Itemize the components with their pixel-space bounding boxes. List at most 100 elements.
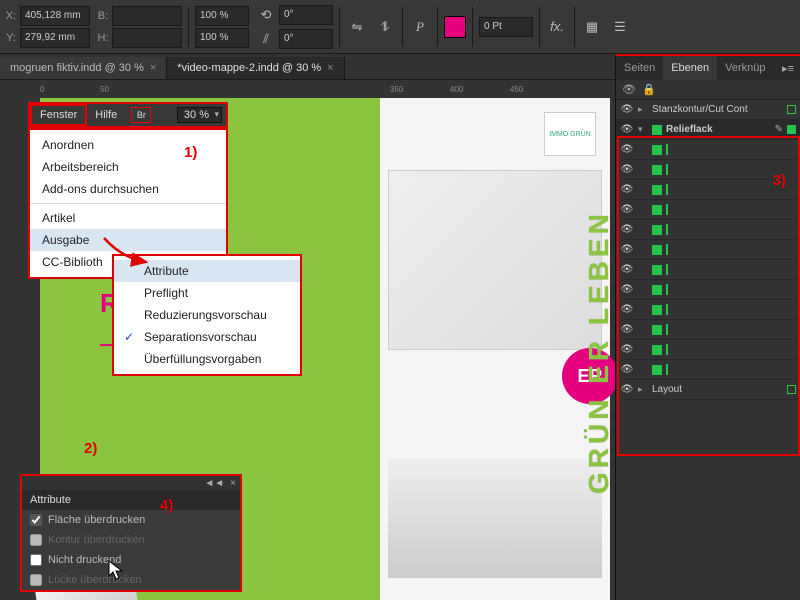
select-indicator[interactable]	[666, 224, 668, 235]
w-field[interactable]	[112, 6, 182, 26]
select-indicator[interactable]	[787, 385, 796, 394]
label-kontur: Kontur überdrucken	[48, 534, 145, 546]
attribute-panel-title: Attribute	[22, 490, 240, 510]
eye-icon[interactable]: 👁	[620, 264, 634, 275]
select-indicator[interactable]	[666, 264, 668, 275]
layer-path-item[interactable]: 👁	[616, 260, 800, 280]
artwork-sidetext: GRÜN ER LEBEN	[584, 102, 614, 600]
submenu-ueberfuellung[interactable]: Überfüllungsvorgaben	[114, 348, 300, 370]
eye-icon[interactable]: 👁	[620, 204, 634, 215]
eye-icon[interactable]: 👁	[620, 284, 634, 295]
layer-path-item[interactable]: 👁	[616, 300, 800, 320]
eye-icon[interactable]: 👁	[620, 144, 634, 155]
layer-path-item[interactable]: 👁	[616, 200, 800, 220]
eye-icon[interactable]: 👁	[620, 384, 634, 395]
bridge-icon[interactable]: Br	[131, 107, 151, 123]
tab-doc-1[interactable]: mogruen fiktiv.indd @ 30 %×	[0, 57, 167, 79]
eye-icon[interactable]: 👁	[620, 324, 634, 335]
menu-hilfe[interactable]: Hilfe	[87, 104, 125, 126]
eye-icon[interactable]: 👁	[620, 224, 634, 235]
flip-v-icon[interactable]: ⥮	[374, 16, 396, 38]
checkbox-flaeche-ueberdrucken[interactable]	[30, 514, 42, 526]
layer-path-item[interactable]: 👁	[616, 340, 800, 360]
layer-path-item[interactable]: 👁	[616, 220, 800, 240]
panel-menu-icon[interactable]: ▸≡	[776, 62, 800, 75]
layer-color-swatch	[652, 305, 662, 315]
eye-icon[interactable]: 👁	[620, 184, 634, 195]
submenu-preflight[interactable]: Preflight	[114, 282, 300, 304]
select-indicator[interactable]	[666, 204, 668, 215]
close-icon[interactable]: ×	[230, 478, 236, 489]
rotate-field[interactable]	[279, 5, 333, 25]
select-indicator[interactable]	[666, 324, 668, 335]
select-indicator[interactable]	[787, 105, 796, 114]
fx-icon[interactable]: fx.	[546, 16, 568, 38]
tab-ebenen[interactable]: Ebenen	[663, 56, 717, 80]
select-indicator[interactable]	[666, 244, 668, 255]
h-field[interactable]	[112, 28, 182, 48]
x-label: X:	[4, 10, 18, 22]
eye-header-icon: 👁	[622, 83, 636, 96]
x-field[interactable]	[20, 6, 90, 26]
close-icon[interactable]: ×	[327, 62, 333, 74]
collapse-icon[interactable]: ◄◄	[204, 478, 224, 489]
eye-icon[interactable]: 👁	[620, 164, 634, 175]
close-icon[interactable]: ×	[150, 62, 156, 74]
chevron-right-icon[interactable]: ▸	[638, 384, 648, 395]
layer-path-item[interactable]: 👁	[616, 320, 800, 340]
fill-swatch[interactable]	[444, 16, 466, 38]
select-indicator[interactable]	[666, 144, 668, 155]
chevron-right-icon[interactable]: ▸	[638, 104, 648, 115]
tab-seiten[interactable]: Seiten	[616, 56, 663, 80]
align-icon[interactable]: ☰	[609, 16, 631, 38]
eye-icon[interactable]: 👁	[620, 104, 634, 115]
control-toolbar: X: Y: B: H: ⟲ ⫽ ⇋ ⥮ P fx. ▦ ☰	[0, 0, 800, 54]
shear-field[interactable]	[279, 29, 333, 49]
menu-addons[interactable]: Add-ons durchsuchen	[30, 178, 226, 200]
eye-icon[interactable]: 👁	[620, 244, 634, 255]
y-field[interactable]	[20, 28, 90, 48]
select-indicator[interactable]	[666, 364, 668, 375]
flip-h-icon[interactable]: ⇋	[346, 16, 368, 38]
tab-doc-2[interactable]: *video-mappe-2.indd @ 30 %×	[167, 57, 344, 79]
page-white-panel: IMMO GRÜN ER GRÜN ER LEBEN	[380, 98, 610, 600]
annotation-arrow-icon	[98, 232, 158, 272]
layer-relieflack[interactable]: 👁▾Relieflack✎	[616, 120, 800, 140]
eye-icon[interactable]: 👁	[620, 344, 634, 355]
layer-path-item[interactable]: 👁	[616, 240, 800, 260]
annotation-1: 1)	[184, 144, 197, 161]
eye-icon[interactable]: 👁	[620, 304, 634, 315]
layer-path-item[interactable]: 👁	[616, 360, 800, 380]
layer-stanzkontur[interactable]: 👁▸Stanzkontur/Cut Cont	[616, 100, 800, 120]
submenu-separationsvorschau[interactable]: Separationsvorschau	[114, 326, 300, 348]
layer-color-swatch	[652, 125, 662, 135]
select-indicator[interactable]	[666, 304, 668, 315]
select-indicator[interactable]	[787, 125, 796, 134]
checkbox-kontur-ueberdrucken	[30, 534, 42, 546]
scale-y-field[interactable]	[195, 28, 249, 48]
select-indicator[interactable]	[666, 284, 668, 295]
select-indicator[interactable]	[666, 184, 668, 195]
shear-icon: ⫽	[255, 28, 277, 50]
annotation-3: 3)	[773, 172, 786, 189]
select-indicator[interactable]	[666, 164, 668, 175]
chevron-down-icon[interactable]: ▾	[638, 124, 648, 135]
select-indicator[interactable]	[666, 344, 668, 355]
eye-icon[interactable]: 👁	[620, 364, 634, 375]
tab-verknuepfungen[interactable]: Verknüp	[717, 56, 773, 80]
submenu-reduzierung[interactable]: Reduzierungsvorschau	[114, 304, 300, 326]
attribute-panel: ◄◄× Attribute Fläche überdrucken Kontur …	[20, 474, 242, 592]
layer-path-item[interactable]: 👁	[616, 280, 800, 300]
scale-x-field[interactable]	[195, 6, 249, 26]
menu-fenster[interactable]: Fenster	[30, 104, 87, 126]
zoom-dropdown[interactable]: 30 %	[177, 107, 222, 123]
layer-layout[interactable]: 👁▸Layout	[616, 380, 800, 400]
paragraph-icon[interactable]: P	[409, 16, 431, 38]
eye-icon[interactable]: 👁	[620, 124, 634, 135]
checkbox-nicht-druckend[interactable]	[30, 554, 42, 566]
layer-path-item[interactable]: 👁	[616, 140, 800, 160]
menu-artikel[interactable]: Artikel	[30, 207, 226, 229]
layer-color-swatch	[652, 325, 662, 335]
grid-icon[interactable]: ▦	[581, 16, 603, 38]
stroke-weight-field[interactable]	[479, 17, 533, 37]
